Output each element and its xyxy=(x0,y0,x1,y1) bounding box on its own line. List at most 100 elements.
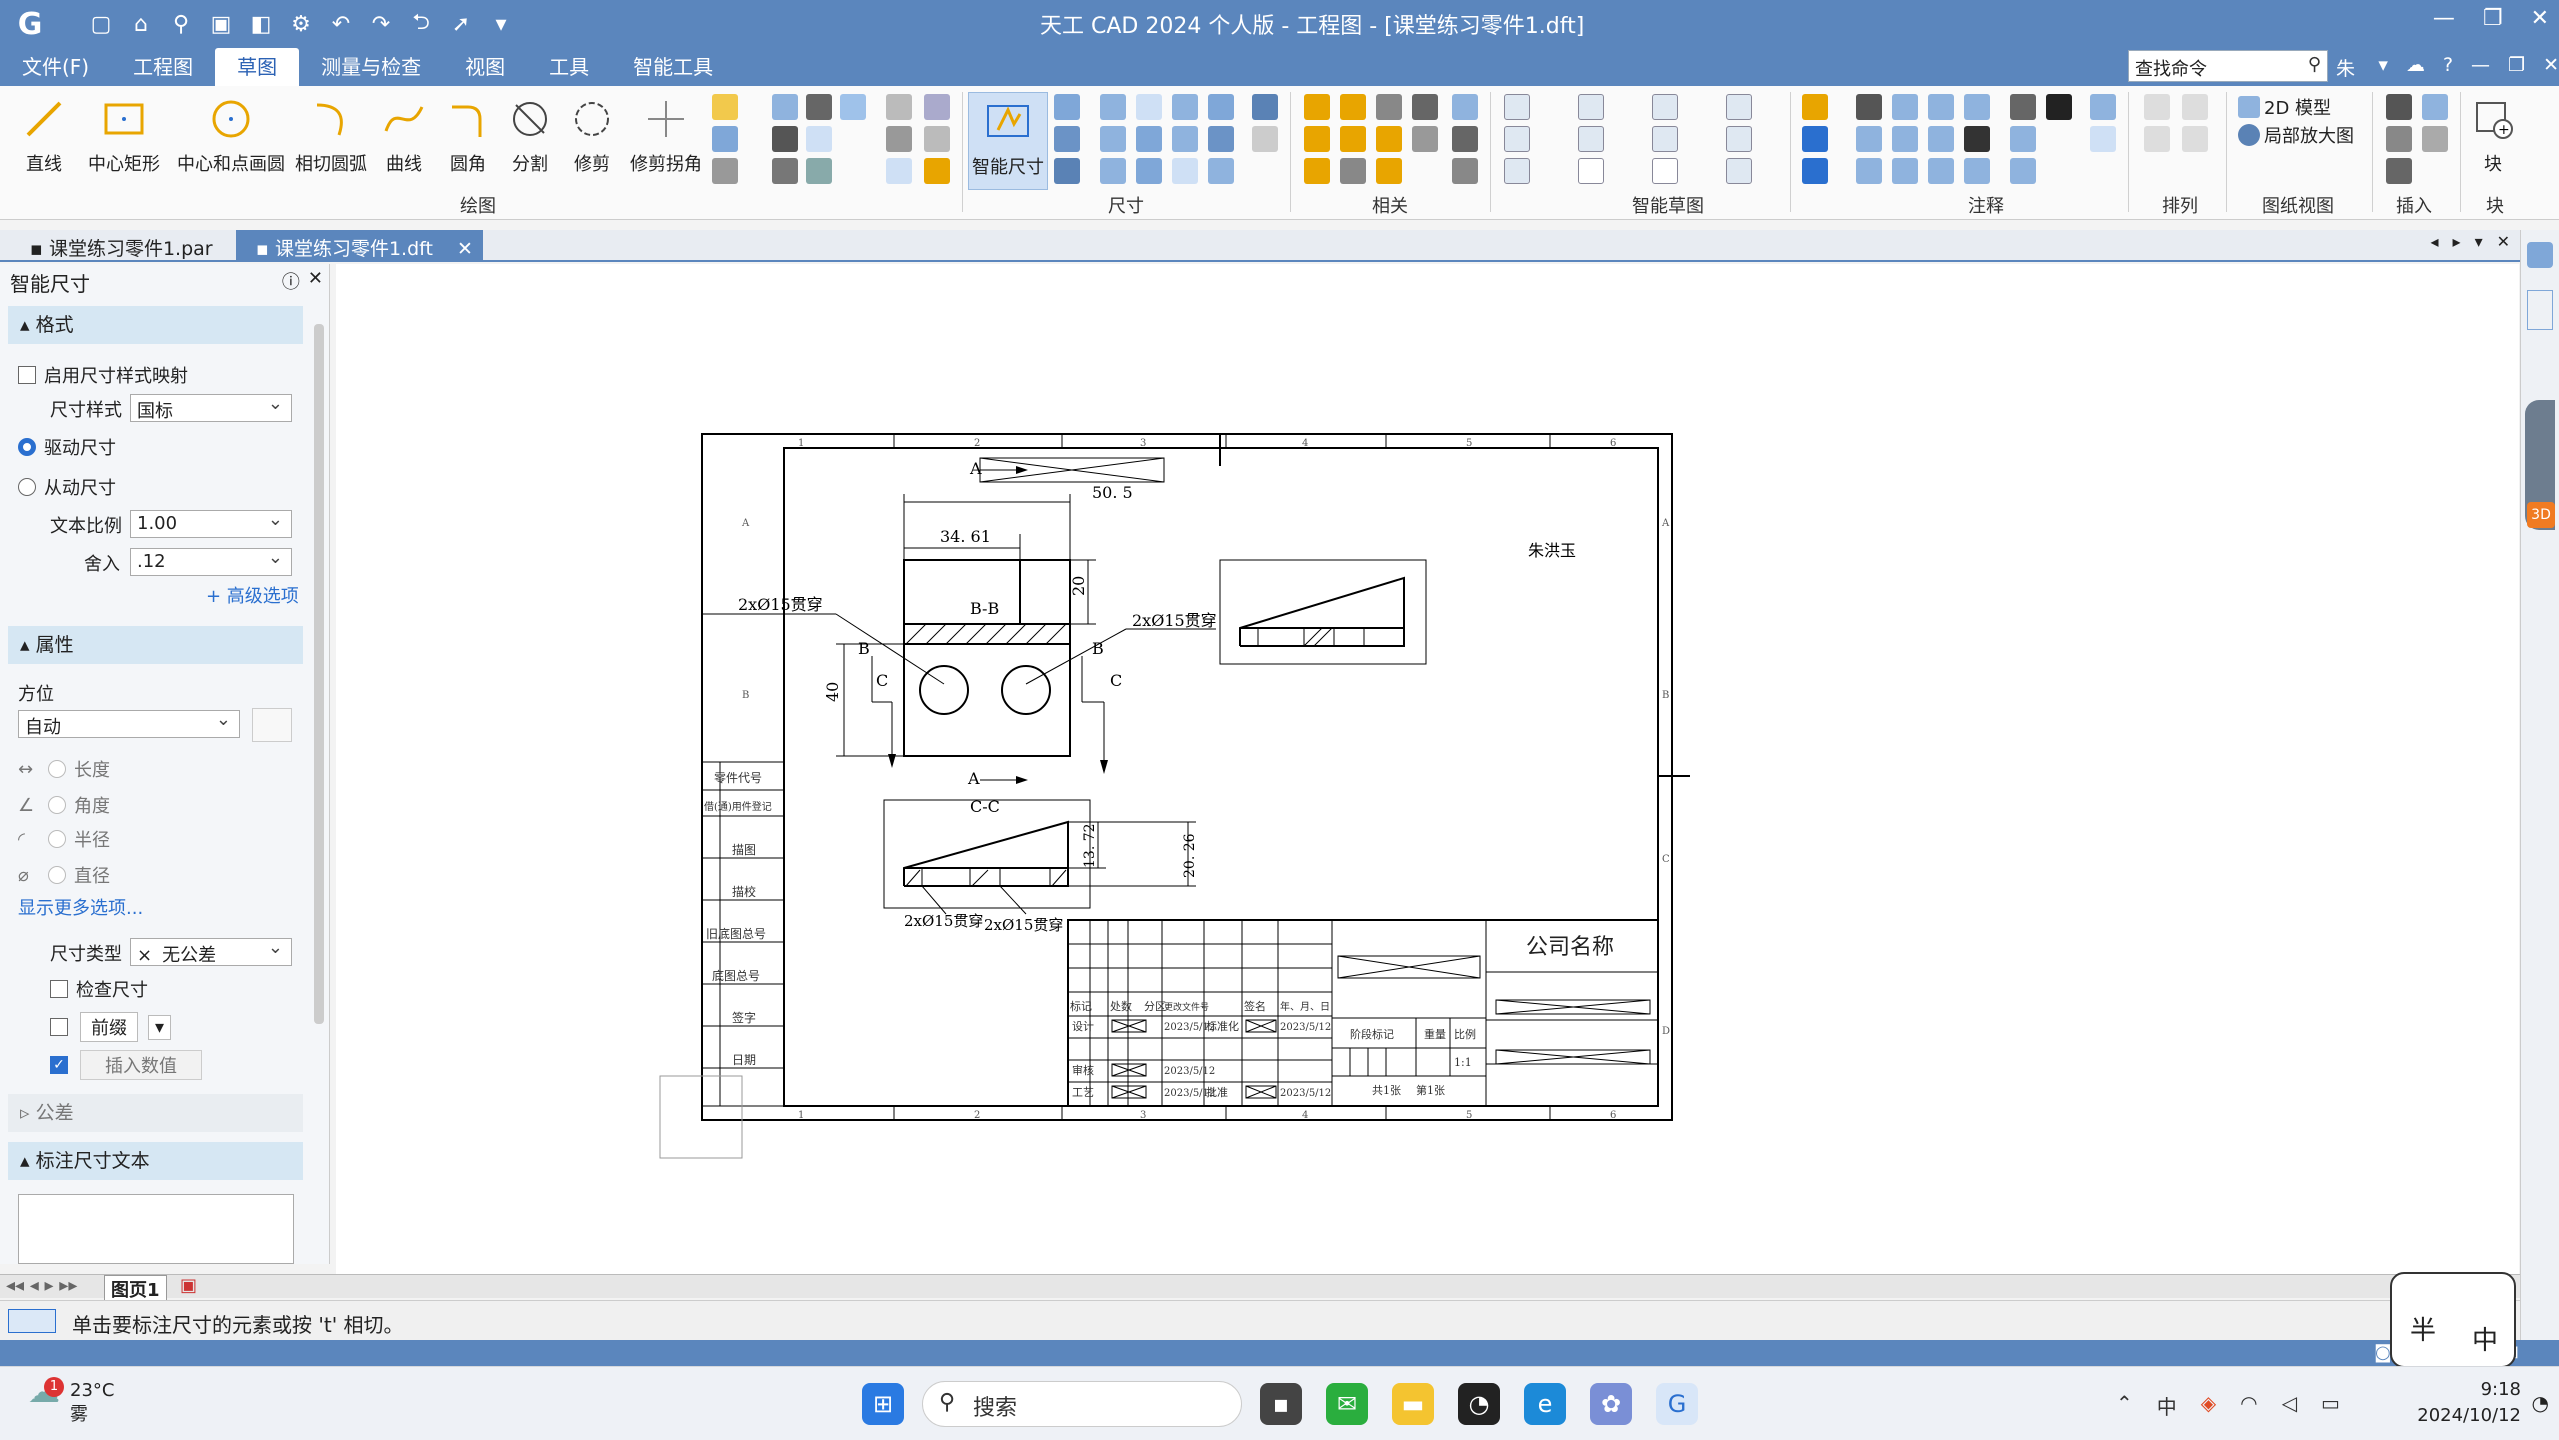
advanced-options-link[interactable]: + 高级选项 xyxy=(206,582,299,608)
project-icon[interactable] xyxy=(772,94,798,120)
redo-icon[interactable]: ↷ xyxy=(364,7,398,41)
2d-model-button[interactable]: 2D 模型 xyxy=(2238,94,2331,120)
grid-icon[interactable] xyxy=(886,126,912,152)
insert-text-icon[interactable] xyxy=(2386,94,2412,120)
tab-prev-icon[interactable]: ◂ xyxy=(2431,232,2439,251)
intellisketch-perp-icon[interactable] xyxy=(1652,126,1678,152)
center-mark-icon[interactable] xyxy=(1802,126,1828,152)
new-icon[interactable]: ▢ xyxy=(84,7,118,41)
annot-prop-icon[interactable] xyxy=(2090,94,2116,120)
angle-note-icon[interactable] xyxy=(1856,158,1882,184)
detail-view-button[interactable]: 局部放大图 xyxy=(2238,122,2354,148)
boxed-icon[interactable] xyxy=(2010,126,2036,152)
center-circle-button[interactable]: 中心和点画圆 xyxy=(176,90,286,176)
leader-icon[interactable] xyxy=(1892,94,1918,120)
eye-icon[interactable] xyxy=(772,126,798,152)
dim-lock-icon[interactable] xyxy=(1252,126,1278,152)
orient-select[interactable]: 自动 xyxy=(18,709,240,738)
symmetric-icon[interactable] xyxy=(1340,158,1366,184)
layers-icon[interactable] xyxy=(2527,290,2553,330)
stack-dim-icon[interactable] xyxy=(1208,94,1234,120)
battery-icon[interactable]: ▭ xyxy=(2321,1391,2340,1420)
tab-par-file[interactable]: ▪ 课堂练习零件1.par ✕ xyxy=(10,230,263,262)
menu-sketch[interactable]: 草图 xyxy=(215,48,300,86)
group-icon[interactable] xyxy=(2144,126,2170,152)
insert-link-icon[interactable] xyxy=(2422,126,2448,152)
prefix-checkbox[interactable] xyxy=(50,1018,68,1036)
help-icon[interactable]: ⓘ xyxy=(282,268,300,294)
ungroup-icon[interactable] xyxy=(2182,126,2208,152)
baseline-dim-icon[interactable] xyxy=(1136,126,1162,152)
panel-scrollbar[interactable] xyxy=(314,324,324,1024)
task-view-icon[interactable]: ▪ xyxy=(1260,1383,1302,1425)
save-icon[interactable]: ▣ xyxy=(204,7,238,41)
intellisketch-horiz-icon[interactable] xyxy=(1726,126,1752,152)
dim-edit-icon[interactable] xyxy=(1100,158,1126,184)
menu-measure[interactable]: 测量与检查 xyxy=(299,48,443,86)
menu-file[interactable]: 文件(F) xyxy=(0,48,111,86)
thread-note-icon[interactable] xyxy=(1928,158,1954,184)
symbol-icon[interactable] xyxy=(1964,158,1990,184)
ordinate-dim-icon[interactable] xyxy=(1172,126,1198,152)
customize-icon[interactable]: ▾ xyxy=(484,7,518,41)
tangent-arc-button[interactable]: 相切圆弧 xyxy=(292,90,370,176)
insert-symbol-icon[interactable] xyxy=(2386,158,2412,184)
tab-next-icon[interactable]: ▸ xyxy=(2453,232,2461,251)
intellisketch-parallel-icon[interactable] xyxy=(1652,158,1678,184)
angle-radio[interactable]: ∠ 角度 xyxy=(18,792,110,818)
align-dim-icon[interactable] xyxy=(1208,126,1234,152)
fill-icon[interactable] xyxy=(806,126,832,152)
parallel-icon[interactable] xyxy=(1340,94,1366,120)
intellisketch-quadrant-icon[interactable] xyxy=(1504,158,1530,184)
tab-dft-file[interactable]: ▪ 课堂练习零件1.dft ✕ xyxy=(236,230,483,262)
relation-color-icon[interactable] xyxy=(1452,158,1478,184)
tab-list-icon[interactable]: ▾ xyxy=(2475,232,2483,251)
tolerance-section-header[interactable]: ▹ 公差 xyxy=(8,1094,303,1132)
insert-image-icon[interactable] xyxy=(2422,94,2448,120)
save-as-icon[interactable]: ◧ xyxy=(244,7,278,41)
dim-text-area[interactable] xyxy=(18,1194,294,1264)
panel-close-icon[interactable]: ✕ xyxy=(308,268,323,294)
edge-cond-icon[interactable] xyxy=(1892,126,1918,152)
coordinate-dim-icon[interactable] xyxy=(1054,158,1080,184)
text-dim-icon[interactable] xyxy=(1252,94,1278,120)
ime-widget[interactable]: 半 中 xyxy=(2390,1272,2516,1368)
tangent-icon[interactable] xyxy=(1304,158,1330,184)
qq-icon[interactable]: ◔ xyxy=(1458,1383,1500,1425)
sheet-tab-1[interactable]: 图页1 xyxy=(104,1275,167,1303)
intellisketch-endpoint-icon[interactable] xyxy=(1504,94,1530,120)
intellisketch-onelement-icon[interactable] xyxy=(1504,126,1530,152)
dim-style-select[interactable]: 国标 xyxy=(130,393,292,422)
maximize-icon[interactable]: ❐ xyxy=(2483,6,2503,31)
intellisketch-center-icon[interactable] xyxy=(1578,94,1604,120)
relation-handle-icon[interactable] xyxy=(1452,126,1478,152)
library-icon[interactable] xyxy=(2527,242,2553,268)
close-icon[interactable]: ✕ xyxy=(2531,6,2549,31)
chamfer-note-icon[interactable] xyxy=(1892,158,1918,184)
perpendicular-icon[interactable] xyxy=(1376,126,1402,152)
start-icon[interactable]: ⊞ xyxy=(862,1383,904,1425)
datum-target-icon[interactable] xyxy=(1928,126,1954,152)
connect-icon[interactable] xyxy=(1304,94,1330,120)
minimize-icon[interactable]: — xyxy=(2433,6,2455,31)
3d-icon[interactable]: 3D xyxy=(2527,502,2555,528)
orient-pick-icon[interactable] xyxy=(252,708,292,742)
equal-icon[interactable] xyxy=(1340,126,1366,152)
xy-icon[interactable] xyxy=(886,158,912,184)
font-icon[interactable] xyxy=(1964,126,1990,152)
bring-front-icon[interactable] xyxy=(2144,94,2170,120)
insert-value-checkbox[interactable]: ✓ xyxy=(50,1056,68,1074)
insert-object-icon[interactable] xyxy=(2386,126,2412,152)
chamfer-dim-icon[interactable] xyxy=(1100,94,1126,120)
curve-button[interactable]: 曲线 xyxy=(376,90,432,176)
insert-value-button[interactable]: 插入数值 xyxy=(80,1050,202,1080)
drawing-canvas[interactable]: 1 2 3 4 5 6 1 2 3 4 5 6 A B A B C D 零件代号… xyxy=(336,264,2519,1274)
radius-radio[interactable]: ◜ 半径 xyxy=(18,826,110,852)
chain-dim-icon[interactable] xyxy=(1100,126,1126,152)
datum-icon[interactable] xyxy=(1928,94,1954,120)
relation-assist-icon[interactable] xyxy=(1452,94,1478,120)
tray-ime[interactable]: 中 xyxy=(2157,1391,2177,1420)
pattern-icon[interactable] xyxy=(772,158,798,184)
region-icon[interactable] xyxy=(840,94,866,120)
trim-button[interactable]: 修剪 xyxy=(564,90,620,176)
